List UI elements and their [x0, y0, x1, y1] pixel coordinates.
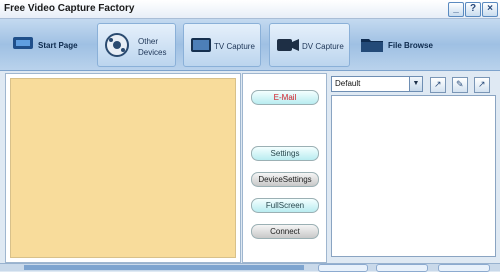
bottom-button-1[interactable]: [318, 264, 368, 272]
edit-icon: ✎: [456, 79, 464, 89]
main-toolbar: Start Page Other Devices TV Capture DV C…: [0, 19, 500, 71]
dv-capture-label: DV Capture: [302, 42, 344, 51]
bottom-button-3[interactable]: [438, 264, 490, 272]
video-preview-area: [10, 78, 236, 258]
file-browse-button[interactable]: File Browse: [358, 23, 448, 65]
file-browse-label: File Browse: [388, 41, 433, 50]
open-folder-button[interactable]: ↗: [430, 77, 446, 93]
tv-icon: [191, 38, 211, 52]
folder-icon: [361, 39, 383, 52]
device-settings-button[interactable]: DeviceSettings: [251, 172, 319, 187]
title-bar: Free Video Capture Factory _ ? ×: [0, 0, 500, 19]
other-devices-button[interactable]: Other Devices: [97, 23, 176, 67]
start-page-icon: [13, 37, 33, 49]
profile-select[interactable]: Default ▼: [331, 76, 423, 92]
start-page-label: Start Page: [38, 41, 78, 50]
export-icon: ↗: [478, 79, 486, 89]
connect-button[interactable]: Connect: [251, 224, 319, 239]
start-page-button[interactable]: Start Page: [10, 23, 90, 65]
preview-panel: [5, 73, 241, 263]
arrow-out-icon: ↗: [434, 79, 442, 89]
help-button[interactable]: ?: [465, 2, 481, 17]
other-devices-label-2: Devices: [138, 48, 167, 57]
dv-camera-icon: [277, 39, 299, 51]
fullscreen-button[interactable]: FullScreen: [251, 198, 319, 213]
edit-button[interactable]: ✎: [452, 77, 468, 93]
actions-panel: E-Mail Settings DeviceSettings FullScree…: [242, 73, 327, 263]
tv-capture-label: TV Capture: [214, 42, 255, 51]
close-button[interactable]: ×: [482, 2, 498, 17]
settings-button[interactable]: Settings: [251, 146, 319, 161]
chevron-down-icon[interactable]: ▼: [409, 77, 422, 91]
window-title: Free Video Capture Factory: [4, 3, 135, 14]
email-button[interactable]: E-Mail: [251, 90, 319, 105]
devices-icon: [105, 33, 129, 57]
minimize-button[interactable]: _: [448, 2, 464, 17]
export-button[interactable]: ↗: [474, 77, 490, 93]
profile-select-value: Default: [335, 79, 361, 88]
dv-capture-button[interactable]: DV Capture: [269, 23, 350, 67]
file-panel: Default ▼ ↗ ✎ ↗: [328, 73, 498, 261]
progress-bar: [24, 265, 304, 270]
file-list[interactable]: [331, 95, 496, 257]
tv-capture-button[interactable]: TV Capture: [183, 23, 261, 67]
bottom-button-2[interactable]: [376, 264, 428, 272]
other-devices-label-1: Other: [138, 37, 159, 46]
